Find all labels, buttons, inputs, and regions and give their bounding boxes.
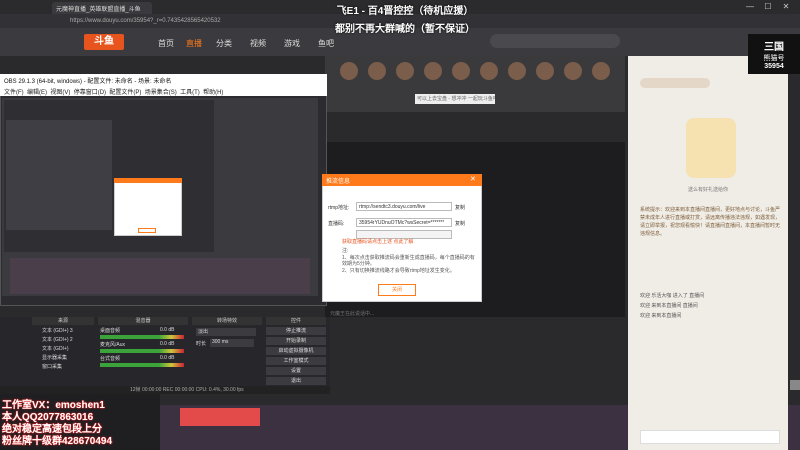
mixer-label: 台式音频: [100, 356, 121, 362]
obs-menu-scenes[interactable]: 场景集合(S): [145, 90, 177, 96]
gift-tooltip: 可以上去宝盘 - 想冲冲 一起玩斗鱼吧: [415, 94, 495, 104]
dialog-title: 推流信息: [322, 174, 482, 186]
stream-code-field[interactable]: 35954rYUDnuOTMc?wsSecret=*******: [356, 218, 452, 227]
dock-header-transitions: 转场特效: [192, 317, 262, 325]
mixer-value: 0.0 dB: [160, 341, 175, 347]
room-badge: 三国 熊猫号 35954: [748, 34, 800, 74]
mixer-meter: [100, 349, 184, 353]
chat-welcome-message: 系统提示：欢迎来到本直播间直播间，更好地点与讨论，斗鱼严禁未成年人进行直播或打赏…: [640, 207, 780, 237]
source-item[interactable]: 显示器采集: [32, 354, 88, 362]
mascot-image: [686, 118, 736, 178]
gift-icon[interactable]: [480, 62, 498, 80]
rtmp-label: rtmp地址:: [328, 205, 350, 211]
badge-room-number: 35954: [764, 63, 784, 70]
gift-icon[interactable]: [368, 62, 386, 80]
gift-icon[interactable]: [396, 62, 414, 80]
nested-dialog-header: [114, 178, 182, 183]
obs-menu-edit[interactable]: 编辑(E): [27, 90, 47, 96]
nav-item-home[interactable]: 首页: [158, 38, 174, 49]
side-toolbar-icon[interactable]: [790, 380, 800, 390]
source-item[interactable]: 窗口采集: [32, 363, 88, 371]
obs-status-bar: 12帧 00:00:00 REC 00:00:00 CPU: 0.4%, 30.…: [0, 386, 330, 394]
gift-icon[interactable]: [508, 62, 526, 80]
copy-code-button[interactable]: 复制: [455, 220, 465, 227]
gift-icon[interactable]: [564, 62, 582, 80]
gift-icon[interactable]: [452, 62, 470, 80]
transition-duration-input[interactable]: 300 ms: [210, 339, 254, 347]
overlay-title: 飞E1 - 百4晋控控（待机应援）: [336, 6, 474, 17]
virtual-camera-button[interactable]: 启动虚拟摄像机: [266, 347, 326, 355]
dock-header-mixer: 混音器: [98, 317, 188, 325]
chat-line: 欢迎 来到本直播间 直播间: [640, 303, 698, 309]
browser-tab[interactable]: 元魔神直播_英雄联盟直播_斗鱼: [52, 2, 152, 14]
overlay-subtitle: 都别不再大群喊的（暂不保证）: [335, 24, 475, 35]
mixer-label: 桌面音频: [100, 328, 121, 334]
obs-title-bar: OBS 29.1.3 (64-bit, windows) - 配置文件: 未命名…: [0, 74, 327, 86]
obs-menu-file[interactable]: 文件(F): [4, 90, 24, 96]
obs-menu-bar: 文件(F) 编辑(E) 视图(V) 停靠窗口(D) 配置文件(P) 场景集合(S…: [0, 86, 327, 96]
stop-streaming-button[interactable]: 停止推流: [266, 327, 326, 335]
nav-item-live[interactable]: 直播: [186, 38, 202, 49]
dock-header-controls: 控件: [266, 317, 326, 325]
nav-item-game[interactable]: 游戏: [284, 38, 300, 49]
learn-more-link[interactable]: 获取直播码请点击上述 点此了解: [342, 238, 413, 245]
chat-line: 欢迎 乐活大咖 进入了 直播间: [640, 293, 705, 299]
stream-code-label: 直播码:: [328, 221, 345, 227]
minimize-button[interactable]: —: [742, 2, 758, 12]
promo-banner[interactable]: [180, 408, 260, 426]
obs-menu-view[interactable]: 视图(V): [50, 90, 70, 96]
rank-tab[interactable]: [640, 78, 710, 88]
mixer-label: 麦克风/Aux: [100, 342, 126, 348]
dock-header-sources: 来源: [32, 317, 94, 325]
maximize-button[interactable]: ☐: [760, 2, 776, 12]
mixer-value: 0.0 dB: [160, 355, 175, 361]
gift-icon[interactable]: [592, 62, 610, 80]
close-dialog-button[interactable]: 关闭: [378, 284, 416, 296]
nav-item-video[interactable]: 视频: [250, 38, 266, 49]
chat-line: 欢迎 来到本直播间: [640, 313, 682, 319]
transition-select[interactable]: 淡出: [196, 328, 256, 336]
obs-menu-help[interactable]: 帮助(H): [203, 90, 223, 96]
rtmp-url-field[interactable]: rtmp://sendtc3.douyu.com/live: [356, 202, 452, 211]
nested-gift-strip: [10, 258, 310, 294]
mixer-value: 0.0 dB: [160, 327, 175, 333]
chat-input[interactable]: [640, 430, 780, 444]
badge-title: 三国: [764, 42, 784, 53]
player-caption: 元魔王在此说话中...: [330, 311, 375, 317]
copy-rtmp-button[interactable]: 复制: [455, 204, 465, 211]
obs-menu-docks[interactable]: 停靠窗口(D): [74, 90, 106, 96]
mixer-meter: [100, 363, 184, 367]
gift-icon[interactable]: [424, 62, 442, 80]
transition-duration-label: 时长: [196, 341, 207, 347]
nav-item-category[interactable]: 分类: [216, 38, 232, 49]
studio-mode-button[interactable]: 工作室模式: [266, 357, 326, 365]
close-icon[interactable]: ✕: [470, 175, 476, 183]
gift-icon[interactable]: [340, 62, 358, 80]
nested-preview-inner: [6, 120, 112, 230]
note-title: 注:: [342, 248, 349, 254]
source-item[interactable]: 文本 (GDI+) 2: [32, 336, 88, 344]
source-item[interactable]: 文本 (GDI+): [32, 345, 88, 353]
obs-menu-tools[interactable]: 工具(T): [180, 90, 200, 96]
nav-item-yuba[interactable]: 鱼吧: [318, 38, 334, 49]
search-input[interactable]: [490, 34, 620, 48]
close-button[interactable]: ✕: [778, 2, 794, 12]
mixer-meter: [100, 335, 184, 339]
obs-menu-profile[interactable]: 配置文件(P): [109, 90, 141, 96]
note-line-1: 1、每次点击获取推流码会重新生成直播码，每个直播码的有效期为5分钟。: [342, 255, 475, 267]
contact-line: 粉丝牌十级群428670494: [2, 436, 113, 448]
exit-button[interactable]: 退出: [266, 377, 326, 385]
note-line-2: 2、只有切换推流线路才会导致rtmp地址发生变化。: [342, 268, 455, 274]
source-item[interactable]: 文本 (GDI+) 3: [32, 327, 88, 335]
gift-icon[interactable]: [536, 62, 554, 80]
badge-subtitle: 熊猫号: [763, 55, 785, 62]
settings-button[interactable]: 设置: [266, 367, 326, 375]
start-recording-button[interactable]: 开始录制: [266, 337, 326, 345]
nested-dialog-button: [138, 228, 156, 233]
douyu-logo[interactable]: 斗鱼: [84, 34, 124, 50]
mascot-caption: 送么有好礼送给你: [687, 187, 728, 193]
